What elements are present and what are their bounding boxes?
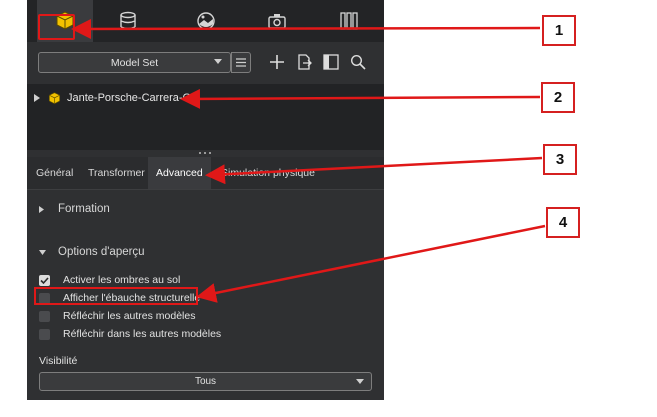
callout-2: 2 bbox=[541, 82, 575, 113]
callout-4: 4 bbox=[546, 207, 580, 238]
callout-3: 3 bbox=[543, 144, 577, 175]
arrow-4 bbox=[196, 224, 546, 303]
arrow-1 bbox=[71, 18, 541, 39]
arrow-2 bbox=[180, 88, 541, 109]
callout-1: 1 bbox=[542, 15, 576, 46]
arrow-3 bbox=[205, 156, 543, 185]
